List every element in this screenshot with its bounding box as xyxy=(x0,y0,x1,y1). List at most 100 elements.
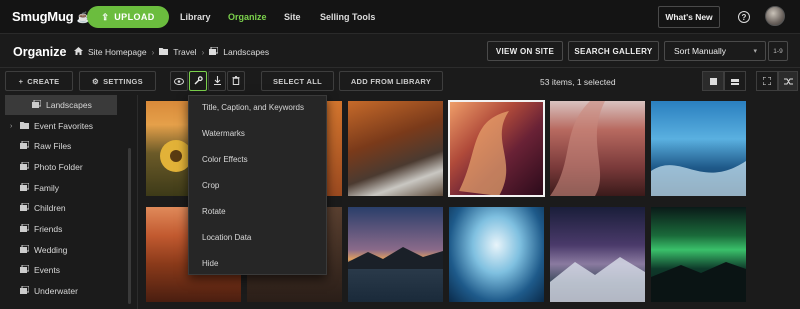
logo-text: SmugMug xyxy=(12,9,74,24)
gallery-icon xyxy=(32,99,42,110)
sidebar-item-label: Photo Folder xyxy=(34,162,83,172)
visibility-button[interactable] xyxy=(170,71,188,91)
fullscreen-button[interactable] xyxy=(756,71,778,91)
eye-icon xyxy=(174,72,184,90)
add-from-library-button[interactable]: ADD FROM LIBRARY xyxy=(339,71,443,91)
sidebar-item-label: Wedding xyxy=(34,245,68,255)
upload-button[interactable]: ⇪ UPLOAD xyxy=(87,6,169,28)
photo-thumbnail[interactable] xyxy=(651,101,746,196)
sidebar: Landscapes › Event Favorites Raw Files P… xyxy=(0,95,138,309)
search-gallery-button[interactable]: SEARCH GALLERY xyxy=(568,41,659,61)
upload-label: UPLOAD xyxy=(114,12,155,22)
avatar[interactable] xyxy=(765,6,785,26)
settings-button[interactable]: ⚙ SETTINGS xyxy=(79,71,156,91)
sidebar-item-family[interactable]: Family xyxy=(0,178,132,198)
download-button[interactable] xyxy=(208,71,226,91)
create-label: CREATE xyxy=(27,76,60,86)
nav-library[interactable]: Library xyxy=(180,12,211,22)
photo-thumbnail[interactable] xyxy=(550,207,645,302)
gear-icon: ⚙ xyxy=(92,76,100,86)
sidebar-item-label: Underwater xyxy=(34,286,78,296)
create-button[interactable]: + CREATE xyxy=(5,71,73,91)
sidebar-item-wedding[interactable]: Wedding xyxy=(0,240,132,260)
sort-select[interactable]: Sort Manually ▾ xyxy=(664,41,766,61)
sidebar-item-photo-folder[interactable]: Photo Folder xyxy=(0,157,132,177)
chevron-down-icon: ▾ xyxy=(753,48,757,55)
sidebar-item-raw-files[interactable]: Raw Files xyxy=(0,136,132,156)
smugmug-logo[interactable]: SmugMug ☕ xyxy=(12,9,91,24)
sidebar-item-label: Friends xyxy=(34,224,63,234)
gallery-icon xyxy=(20,264,30,275)
sidebar-item-event-favorites[interactable]: › Event Favorites xyxy=(0,116,132,136)
sidebar-item-label: Raw Files xyxy=(34,141,72,151)
delete-button[interactable] xyxy=(227,71,245,91)
arrange-button[interactable] xyxy=(778,71,798,91)
menu-item-hide[interactable]: Hide xyxy=(202,259,218,268)
gallery-icon xyxy=(20,161,30,172)
home-icon xyxy=(74,47,83,57)
page-title: Organize xyxy=(13,45,67,59)
nav-selling-tools[interactable]: Selling Tools xyxy=(320,12,375,22)
upload-icon: ⇪ xyxy=(101,11,110,22)
list-icon xyxy=(731,72,739,90)
chevron-right-icon: › xyxy=(201,47,205,57)
menu-item-title-caption-keywords[interactable]: Title, Caption, and Keywords xyxy=(202,103,304,112)
grid-icon xyxy=(709,72,717,90)
breadcrumb-landscapes[interactable]: Landscapes xyxy=(223,47,269,57)
sidebar-item-underwater[interactable]: Underwater xyxy=(0,281,132,301)
sidebar-item-label: Family xyxy=(34,183,60,193)
sidebar-item-events[interactable]: Events xyxy=(0,260,132,280)
fullscreen-icon xyxy=(762,72,772,90)
chevron-right-icon[interactable]: › xyxy=(10,123,12,130)
sidebar-item-friends[interactable]: Friends xyxy=(0,219,132,239)
menu-item-crop[interactable]: Crop xyxy=(202,181,219,190)
grid-view-toggle[interactable] xyxy=(702,71,724,91)
nav-organize[interactable]: Organize xyxy=(228,12,267,22)
nav-site[interactable]: Site xyxy=(284,12,301,22)
top-navigation-bar: SmugMug ☕ ⇪ UPLOAD Library Organize Site… xyxy=(0,0,800,34)
trash-icon xyxy=(232,72,240,90)
page-range[interactable]: 1-9 xyxy=(768,41,788,61)
sidebar-item-label: Children xyxy=(34,203,66,213)
photo-thumbnail[interactable] xyxy=(651,207,746,302)
sidebar-item-label: Landscapes xyxy=(46,100,92,110)
sidebar-item-label: Events xyxy=(34,265,60,275)
gallery-icon xyxy=(20,223,30,234)
gallery-icon xyxy=(20,182,30,193)
menu-item-watermarks[interactable]: Watermarks xyxy=(202,129,245,138)
gallery-icon xyxy=(20,285,30,296)
photo-thumbnail[interactable] xyxy=(348,207,443,302)
gallery-icon xyxy=(209,46,219,57)
menu-item-rotate[interactable]: Rotate xyxy=(202,207,226,216)
sidebar-item-children[interactable]: Children xyxy=(0,198,132,218)
sidebar-scrollbar[interactable] xyxy=(128,148,131,304)
sort-value: Sort Manually xyxy=(674,46,726,56)
shuffle-icon xyxy=(783,72,793,90)
view-on-site-button[interactable]: VIEW ON SITE xyxy=(487,41,563,61)
menu-item-color-effects[interactable]: Color Effects xyxy=(202,155,248,164)
photo-thumbnail[interactable] xyxy=(449,207,544,302)
wrench-icon xyxy=(194,72,203,90)
settings-label: SETTINGS xyxy=(103,76,143,86)
tools-button[interactable] xyxy=(189,71,207,91)
tools-dropdown-menu: Title, Caption, and Keywords Watermarks … xyxy=(188,95,327,275)
folder-icon xyxy=(20,121,29,131)
list-view-toggle[interactable] xyxy=(724,71,746,91)
whats-new-button[interactable]: What's New xyxy=(658,6,720,28)
download-icon xyxy=(213,72,222,90)
photo-thumbnail[interactable] xyxy=(348,101,443,196)
breadcrumb: Site Homepage › Travel › Landscapes xyxy=(74,46,269,57)
menu-item-location-data[interactable]: Location Data xyxy=(202,233,251,242)
sidebar-item-label: Event Favorites xyxy=(34,121,94,131)
plus-icon: + xyxy=(18,76,24,86)
breadcrumb-travel[interactable]: Travel xyxy=(173,47,196,57)
chevron-right-icon: › xyxy=(151,47,155,57)
sidebar-item-landscapes[interactable]: Landscapes xyxy=(5,95,117,115)
select-all-button[interactable]: SELECT ALL xyxy=(261,71,334,91)
question-icon[interactable]: ? xyxy=(738,11,750,23)
gallery-icon xyxy=(20,140,30,151)
breadcrumb-site-homepage[interactable]: Site Homepage xyxy=(88,47,147,57)
photo-thumbnail-selected[interactable] xyxy=(448,100,545,197)
gallery-icon xyxy=(20,244,30,255)
photo-thumbnail[interactable] xyxy=(550,101,645,196)
